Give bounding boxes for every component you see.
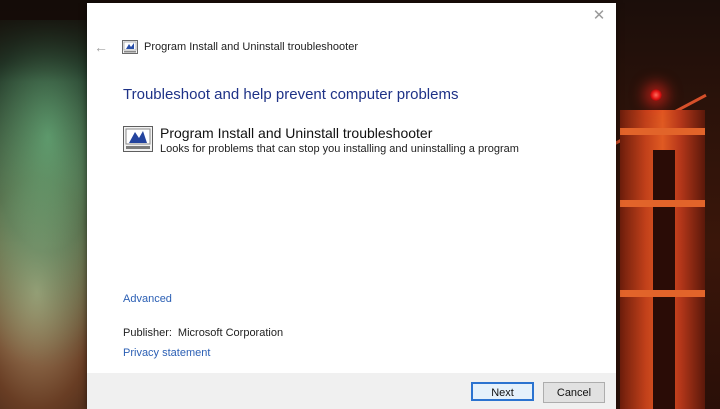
privacy-statement-link[interactable]: Privacy statement — [123, 347, 210, 359]
publisher-label: Publisher: — [123, 327, 172, 339]
bridge-beam — [620, 128, 705, 135]
dialog-header: ← Program Install and Uninstall troubles… — [93, 37, 358, 57]
bridge-beam — [620, 290, 705, 297]
back-arrow-icon[interactable]: ← — [93, 39, 109, 55]
troubleshooter-name: Program Install and Uninstall troublesho… — [160, 125, 433, 141]
dialog-footer: Next Cancel — [87, 373, 616, 409]
cancel-button[interactable]: Cancel — [543, 382, 605, 403]
tower-beacon-light — [650, 89, 662, 101]
close-icon[interactable]: ✕ — [590, 7, 608, 25]
publisher-value: Microsoft Corporation — [177, 327, 284, 339]
advanced-link[interactable]: Advanced — [123, 293, 172, 305]
next-button[interactable]: Next — [471, 382, 534, 401]
troubleshooter-entry: Program Install and Uninstall troublesho… — [123, 124, 519, 156]
troubleshooter-dialog: ✕ ← Program Install and Uninstall troubl… — [87, 3, 616, 409]
publisher-info: Publisher: Microsoft Corporation — [123, 327, 283, 339]
troubleshooter-icon — [123, 126, 153, 152]
bridge-tower-gap — [653, 150, 675, 409]
page-heading: Troubleshoot and help prevent computer p… — [123, 86, 459, 103]
bridge-beam — [620, 200, 705, 207]
wallpaper-shade — [0, 0, 100, 409]
dialog-title: Program Install and Uninstall troublesho… — [144, 41, 359, 53]
troubleshooter-description: Looks for problems that can stop you ins… — [160, 143, 519, 155]
troubleshooter-icon — [122, 40, 138, 54]
